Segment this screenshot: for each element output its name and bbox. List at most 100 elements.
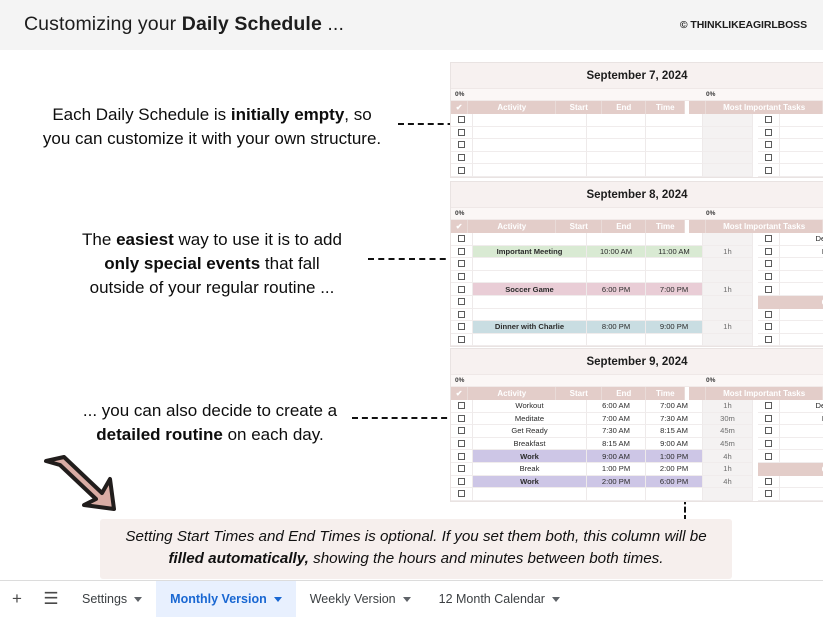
activity-duration-cell[interactable]	[703, 333, 753, 347]
task-checkbox[interactable]	[758, 450, 780, 463]
activity-name-cell[interactable]	[473, 270, 587, 284]
activity-duration-cell[interactable]: 1h	[703, 321, 753, 334]
sheet-tab-weekly-version[interactable]: Weekly Version	[296, 581, 425, 617]
activity-name-cell[interactable]	[473, 139, 587, 152]
activity-name-cell[interactable]	[473, 114, 587, 127]
activity-start-cell[interactable]: 7:30 AM	[587, 425, 646, 438]
activity-end-cell[interactable]	[646, 164, 703, 177]
task-checkbox[interactable]	[758, 400, 780, 413]
activity-name-cell[interactable]: Important Meeting	[473, 245, 587, 259]
activity-duration-cell[interactable]: 1h	[703, 462, 753, 476]
activity-start-cell[interactable]	[587, 126, 646, 140]
important-task-cell[interactable]	[780, 258, 823, 271]
activity-end-cell[interactable]: 7:00 PM	[646, 283, 703, 296]
activity-duration-cell[interactable]: 4h	[703, 450, 753, 463]
activity-start-cell[interactable]	[587, 270, 646, 284]
sheet-tab-settings[interactable]: Settings	[68, 581, 156, 617]
activity-end-cell[interactable]	[646, 258, 703, 271]
task-checkbox[interactable]	[758, 475, 780, 489]
task-checkbox[interactable]	[758, 283, 780, 296]
activity-checkbox[interactable]	[451, 233, 473, 246]
activity-duration-cell[interactable]	[703, 488, 753, 501]
activity-name-cell[interactable]	[473, 308, 587, 322]
activity-checkbox[interactable]	[451, 412, 473, 426]
activity-name-cell[interactable]	[473, 233, 587, 246]
important-task-cell[interactable]	[780, 450, 823, 463]
important-task-cell[interactable]	[780, 152, 823, 165]
activity-start-cell[interactable]: 2:00 PM	[587, 475, 646, 489]
task-checkbox[interactable]	[758, 233, 780, 246]
activity-start-cell[interactable]	[587, 164, 646, 177]
activity-checkbox[interactable]	[451, 400, 473, 413]
activity-name-cell[interactable]	[473, 295, 587, 309]
activity-duration-cell[interactable]: 30m	[703, 412, 753, 426]
activity-start-cell[interactable]: 9:00 AM	[587, 450, 646, 463]
important-task-cell[interactable]	[780, 114, 823, 127]
activity-checkbox[interactable]	[451, 450, 473, 463]
activity-duration-cell[interactable]	[703, 270, 753, 284]
other-task-cell[interactable]: Call Bank!!	[780, 309, 823, 322]
activity-name-cell[interactable]: Work	[473, 475, 587, 489]
activity-checkbox[interactable]	[451, 333, 473, 347]
activity-end-cell[interactable]	[646, 233, 703, 246]
activity-end-cell[interactable]	[646, 126, 703, 140]
other-task-cell[interactable]	[780, 334, 823, 347]
activity-checkbox[interactable]	[451, 126, 473, 140]
activity-start-cell[interactable]: 6:00 AM	[587, 400, 646, 413]
activity-duration-cell[interactable]: 45m	[703, 425, 753, 438]
activity-start-cell[interactable]	[587, 233, 646, 246]
activity-start-cell[interactable]	[587, 258, 646, 271]
activity-duration-cell[interactable]	[703, 233, 753, 246]
activity-end-cell[interactable]	[646, 333, 703, 347]
activity-end-cell[interactable]	[646, 308, 703, 322]
activity-duration-cell[interactable]	[703, 258, 753, 271]
all-sheets-icon[interactable]: ☰	[34, 581, 68, 617]
activity-start-cell[interactable]	[587, 488, 646, 501]
chevron-down-icon[interactable]	[551, 596, 560, 602]
activity-name-cell[interactable]: Work	[473, 450, 587, 463]
important-task-cell[interactable]	[780, 127, 823, 140]
activity-duration-cell[interactable]: 45m	[703, 437, 753, 451]
activity-name-cell[interactable]	[473, 126, 587, 140]
activity-end-cell[interactable]: 9:00 PM	[646, 321, 703, 334]
activity-checkbox[interactable]	[451, 258, 473, 271]
task-checkbox[interactable]	[758, 270, 780, 284]
activity-end-cell[interactable]: 7:30 AM	[646, 412, 703, 426]
activity-duration-cell[interactable]: 1h	[703, 283, 753, 296]
activity-checkbox[interactable]	[451, 308, 473, 322]
activity-duration-cell[interactable]	[703, 164, 753, 177]
activity-duration-cell[interactable]: 1h	[703, 400, 753, 413]
other-task-cell[interactable]	[780, 488, 823, 501]
activity-checkbox[interactable]	[451, 283, 473, 296]
activity-checkbox[interactable]	[451, 164, 473, 177]
important-task-cell[interactable]: Product Description	[780, 246, 823, 259]
activity-start-cell[interactable]	[587, 139, 646, 152]
activity-end-cell[interactable]	[646, 114, 703, 127]
task-checkbox[interactable]	[758, 333, 780, 347]
task-checkbox[interactable]	[758, 308, 780, 322]
task-checkbox[interactable]	[758, 114, 780, 127]
activity-end-cell[interactable]	[646, 295, 703, 309]
important-task-cell[interactable]	[780, 139, 823, 152]
task-checkbox[interactable]	[758, 425, 780, 438]
activity-end-cell[interactable]	[646, 151, 703, 165]
activity-start-cell[interactable]	[587, 295, 646, 309]
chevron-down-icon[interactable]	[134, 596, 143, 602]
task-checkbox[interactable]	[758, 245, 780, 259]
activity-checkbox[interactable]	[451, 139, 473, 152]
task-checkbox[interactable]	[758, 164, 780, 177]
activity-duration-cell[interactable]	[703, 139, 753, 152]
activity-checkbox[interactable]	[451, 475, 473, 489]
activity-name-cell[interactable]: Get Ready	[473, 425, 587, 438]
activity-end-cell[interactable]: 7:00 AM	[646, 400, 703, 413]
activity-start-cell[interactable]: 7:00 AM	[587, 412, 646, 426]
activity-start-cell[interactable]: 8:00 PM	[587, 321, 646, 334]
activity-name-cell[interactable]	[473, 488, 587, 501]
activity-name-cell[interactable]: Workout	[473, 400, 587, 413]
activity-end-cell[interactable]	[646, 139, 703, 152]
important-task-cell[interactable]	[780, 283, 823, 296]
activity-duration-cell[interactable]	[703, 126, 753, 140]
activity-duration-cell[interactable]: 1h	[703, 245, 753, 259]
task-checkbox[interactable]	[758, 488, 780, 501]
other-task-cell[interactable]	[780, 321, 823, 334]
